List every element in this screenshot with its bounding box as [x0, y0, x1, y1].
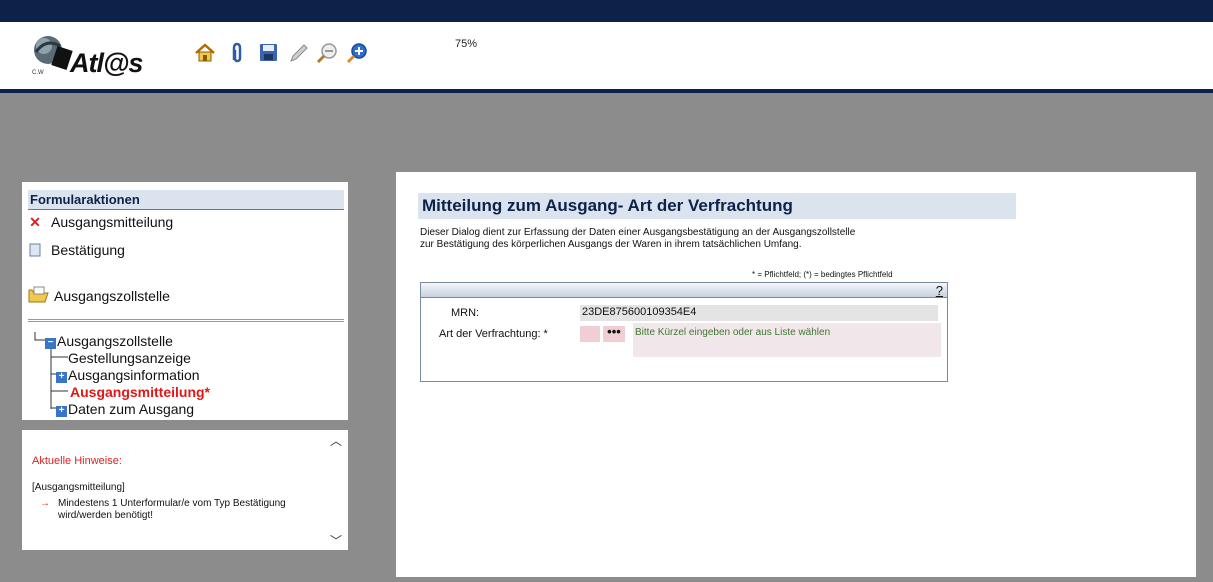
page-title: Mitteilung zum Ausgang- Art der Verfrach…	[418, 193, 1016, 219]
form-actions-title: Formularaktionen	[28, 190, 344, 210]
save-icon[interactable]	[258, 42, 280, 64]
zoom-level: 75%	[455, 38, 478, 50]
tree-item-daten-zum-ausgang[interactable]: + Daten zum Ausgang	[56, 401, 194, 417]
art-der-verfrachtung-label: Art der Verfrachtung: *	[439, 328, 548, 340]
atlas-logo: Atl@s C.W	[26, 32, 146, 80]
tree-root-label: Ausgangszollstelle	[57, 333, 173, 349]
hint-message-text: Mindestens 1 Unterformular/e vom Typ Bes…	[58, 498, 286, 521]
scroll-up-button[interactable]: ︿	[330, 432, 342, 449]
action-label: Bestätigung	[51, 242, 125, 258]
header: Atl@s C.W 75%	[0, 22, 1213, 89]
action-ausgangsmitteilung[interactable]: ✕ Ausgangsmitteilung	[28, 214, 173, 231]
home-icon[interactable]	[194, 42, 216, 64]
mrn-value: 23DE875600109354E4	[580, 305, 938, 321]
arrow-right-icon: →	[40, 498, 50, 509]
form-header: ?	[421, 283, 947, 298]
header-divider	[0, 89, 1213, 93]
mrn-label: MRN:	[451, 307, 480, 319]
hints-title: Aktuelle Hinweise:	[32, 455, 122, 467]
zoom-out-icon[interactable]	[316, 42, 338, 64]
expand-icon[interactable]: +	[56, 406, 67, 417]
art-der-verfrachtung-input[interactable]	[580, 326, 600, 342]
paperclip-icon[interactable]	[226, 42, 248, 64]
tree-item-gestellungsanzeige[interactable]: Gestellungsanzeige	[68, 350, 191, 366]
lookup-button[interactable]: •••	[603, 325, 625, 342]
required-field-note: * = Pflichtfeld; (*) = bedingtes Pflicht…	[752, 270, 893, 279]
zoom-in-icon[interactable]	[346, 42, 368, 64]
scroll-down-button[interactable]: ﹀	[330, 532, 342, 549]
tree-item-ausgangsinformation[interactable]: + Ausgangsinformation	[56, 367, 200, 383]
tree-item-label: Daten zum Ausgang	[68, 401, 195, 417]
description-line-1: Dieser Dialog dient zur Erfassung der Da…	[420, 227, 856, 238]
hints-section: [Ausgangsmitteilung]	[32, 482, 125, 493]
tree-item-label: Gestellungsanzeige	[68, 350, 191, 366]
logo-subtext: C.W	[32, 70, 44, 76]
logo-text: Atl@s	[70, 48, 143, 78]
action-bestaetigung[interactable]: Bestätigung	[28, 242, 125, 258]
red-x-icon: ✕	[29, 214, 41, 230]
help-link[interactable]: ?	[936, 283, 943, 298]
tree-item-label: Ausgangsmitteilung*	[70, 384, 211, 400]
document-icon	[28, 242, 42, 258]
tree-item-label: Ausgangsinformation	[68, 367, 200, 383]
form-actions-panel: Formularaktionen ✕ Ausgangsmitteilung Bes…	[22, 182, 348, 420]
collapse-icon[interactable]: −	[45, 338, 56, 349]
folder-ausgangszollstelle[interactable]: Ausgangszollstelle	[28, 286, 170, 304]
main-panel: Mitteilung zum Ausgang- Art der Verfrach…	[396, 172, 1196, 577]
art-der-verfrachtung-hint: Bitte Kürzel eingeben oder aus Liste wäh…	[633, 323, 941, 357]
folder-label: Ausgangszollstelle	[54, 288, 170, 304]
hints-panel: Aktuelle Hinweise: [Ausgangsmitteilung] …	[22, 430, 348, 550]
description-line-2: zur Bestätigung des körperlichen Ausgang…	[420, 239, 802, 250]
form-box: ? MRN: 23DE875600109354E4 Art der Verfra…	[420, 282, 948, 382]
folder-icon	[28, 286, 50, 304]
separator	[28, 319, 344, 322]
page-description: Dieser Dialog dient zur Erfassung der Da…	[420, 227, 855, 251]
tree-root[interactable]: − Ausgangszollstelle	[45, 333, 173, 349]
action-label: Ausgangsmitteilung	[51, 214, 174, 230]
pencil-icon[interactable]	[288, 42, 310, 64]
expand-icon[interactable]: +	[56, 372, 67, 383]
tree-item-ausgangsmitteilung[interactable]: Ausgangsmitteilung*	[70, 384, 210, 400]
top-bar	[0, 0, 1213, 22]
